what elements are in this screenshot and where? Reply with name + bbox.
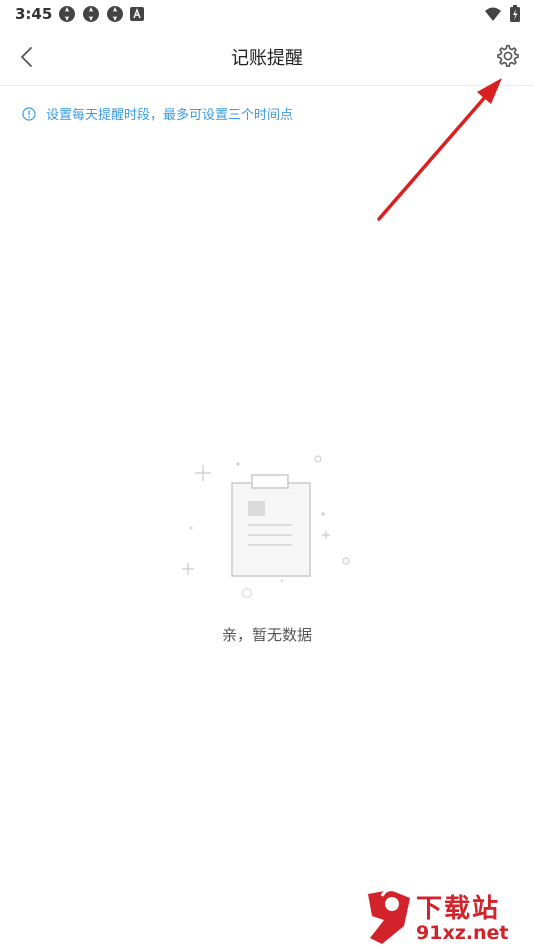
a-badge-icon [130, 7, 144, 21]
gear-icon [497, 44, 519, 67]
site-watermark: 下载站 91xz.net [360, 886, 530, 948]
notification-icons [58, 5, 144, 23]
app-notification-icon [83, 6, 99, 22]
battery-icon [510, 5, 520, 22]
reminder-notice: 设置每天提醒时段，最多可设置三个时间点 [22, 104, 293, 123]
app-notification-icon [107, 6, 123, 22]
page-title: 记账提醒 [231, 48, 303, 69]
info-icon [22, 106, 36, 121]
watermark-site: 91xz.net [416, 922, 509, 944]
system-icons [484, 5, 520, 22]
status-time: 3:45 [15, 5, 53, 23]
settings-button[interactable] [492, 41, 522, 71]
empty-state-text: 亲，暂无数据 [221, 626, 312, 644]
notice-text: 设置每天提醒时段，最多可设置三个时间点 [46, 108, 294, 123]
empty-clipboard-illustration [182, 455, 350, 599]
status-bar: 3:45 [0, 0, 534, 28]
wifi-icon [485, 7, 501, 21]
app-notification-icon [59, 6, 75, 22]
watermark-brand: 下载站 [416, 894, 501, 924]
app-header: 记账提醒 [0, 28, 534, 86]
watermark-logo [368, 888, 410, 944]
